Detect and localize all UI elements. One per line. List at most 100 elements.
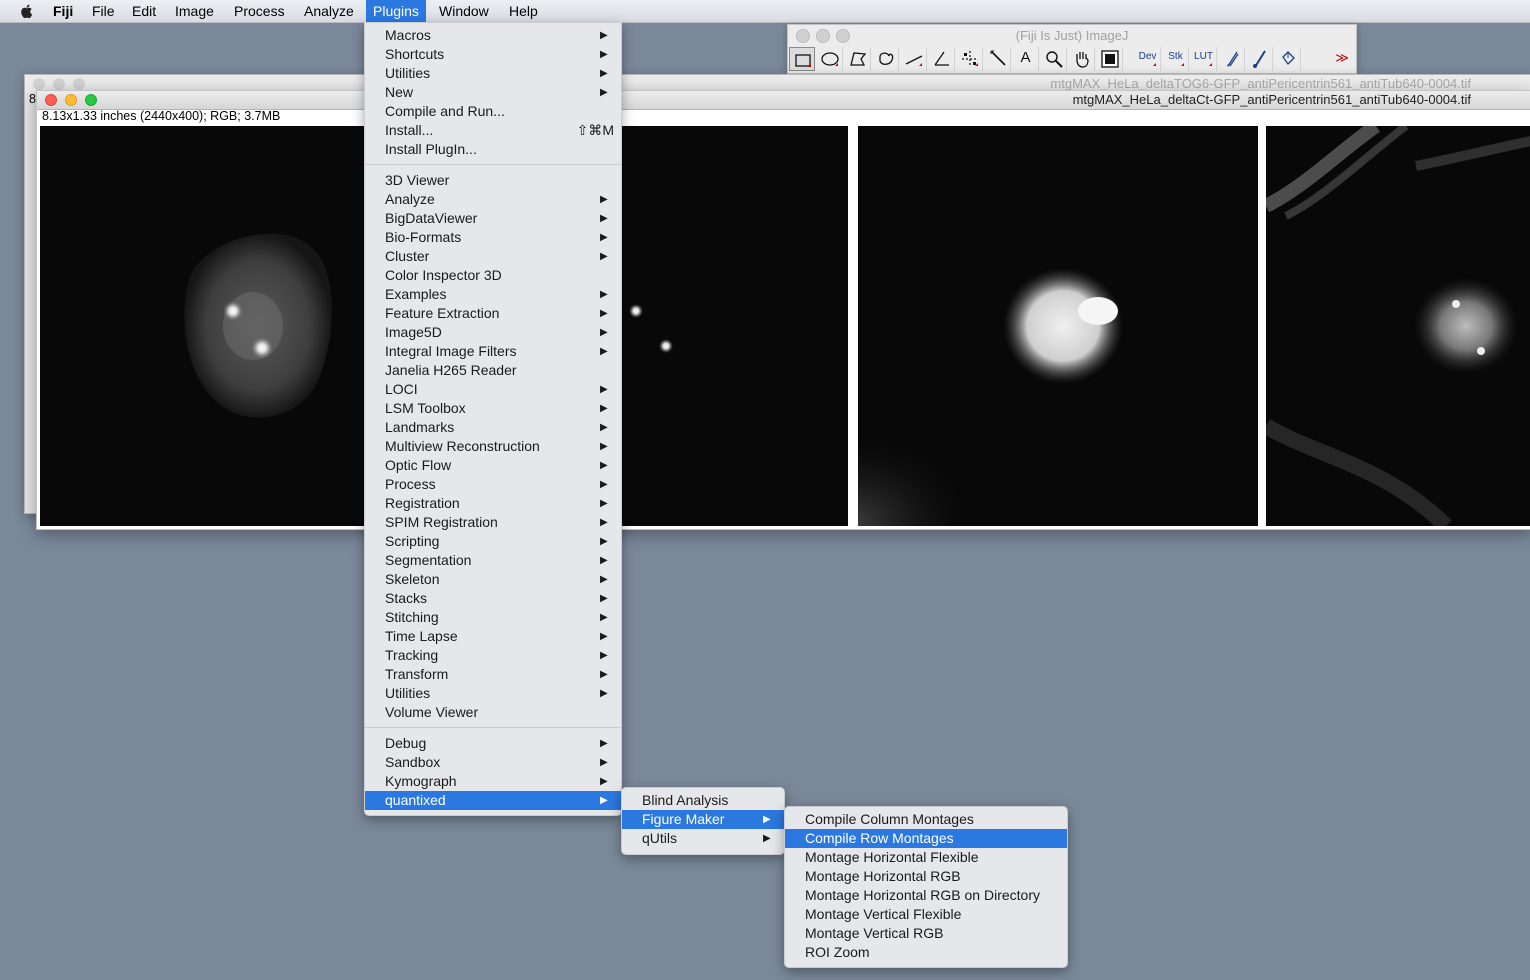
plugins-item-integral-image-filters[interactable]: Integral Image Filters ▶ [365,342,621,361]
plugins-item-install-plugin[interactable]: Install PlugIn... [365,140,621,159]
submenu-arrow-icon: ▶ [600,213,608,224]
plugins-item-time-lapse[interactable]: Time Lapse ▶ [365,627,621,646]
menu-process[interactable]: Process [227,0,292,22]
plugins-item-process[interactable]: Process ▶ [365,475,621,494]
quantixed-item-blind-analysis[interactable]: Blind Analysis [622,791,784,810]
plugins-item-analyze[interactable]: Analyze ▶ [365,190,621,209]
zoom-button[interactable] [73,78,85,90]
stk-tool[interactable]: Stk [1163,47,1189,71]
menu-analyze[interactable]: Analyze [297,0,361,22]
brush-tool[interactable] [1247,47,1273,71]
menu-item-label: Registration [385,495,460,511]
dev-tool[interactable]: Dev [1135,47,1161,71]
oval-tool[interactable] [817,47,843,71]
minimize-button[interactable] [53,78,65,90]
minimize-button[interactable] [65,94,77,106]
plugins-item-skeleton[interactable]: Skeleton ▶ [365,570,621,589]
plugins-item-color-inspector-3d[interactable]: Color Inspector 3D [365,266,621,285]
figure-maker-item-montage-vertical-flexible[interactable]: Montage Vertical Flexible [785,905,1067,924]
menu-bar: Fiji File Edit Image Process Analyze Plu… [0,0,1530,23]
wand-tool[interactable] [985,47,1011,71]
plugins-item-lsm-toolbox[interactable]: LSM Toolbox ▶ [365,399,621,418]
plugins-item-image5d[interactable]: Image5D ▶ [365,323,621,342]
menu-edit[interactable]: Edit [125,0,163,22]
plugins-item-multiview-reconstruction[interactable]: Multiview Reconstruction ▶ [365,437,621,456]
plugins-item-loci[interactable]: LOCI ▶ [365,380,621,399]
plugins-item-bigdataviewer[interactable]: BigDataViewer ▶ [365,209,621,228]
plugins-item-debug[interactable]: Debug ▶ [365,734,621,753]
plugins-item-utilities[interactable]: Utilities ▶ [365,64,621,83]
multipoint-tool[interactable] [957,47,983,71]
text-tool[interactable]: A [1013,47,1039,71]
plugins-item-install[interactable]: Install... ⇧⌘M [365,121,621,140]
more-tools-button[interactable]: ≫ [1329,47,1355,71]
figure-maker-item-montage-horizontal-flexible[interactable]: Montage Horizontal Flexible [785,848,1067,867]
plugins-item-cluster[interactable]: Cluster ▶ [365,247,621,266]
plugins-item-kymograph[interactable]: Kymograph ▶ [365,772,621,791]
menu-item-label: Install PlugIn... [385,141,477,157]
figure-maker-item-roi-zoom[interactable]: ROI Zoom [785,943,1067,962]
freehand-tool[interactable] [873,47,899,71]
plugins-item-bio-formats[interactable]: Bio-Formats ▶ [365,228,621,247]
menu-help[interactable]: Help [502,0,545,22]
plugins-item-utilities[interactable]: Utilities ▶ [365,684,621,703]
flood-fill-tool[interactable] [1275,47,1301,71]
menu-image[interactable]: Image [168,0,221,22]
plugins-item-stitching[interactable]: Stitching ▶ [365,608,621,627]
image-canvas[interactable] [40,126,1530,526]
quantixed-submenu: Blind Analysis Figure Maker ▶ qUtils ▶ [621,787,785,855]
menu-window[interactable]: Window [432,0,496,22]
polygon-tool[interactable] [845,47,871,71]
plugins-item-scripting[interactable]: Scripting ▶ [365,532,621,551]
plugins-item-landmarks[interactable]: Landmarks ▶ [365,418,621,437]
menu-plugins[interactable]: Plugins [366,0,426,22]
plugins-item-3d-viewer[interactable]: 3D Viewer [365,171,621,190]
pencil-tool[interactable] [1219,47,1245,71]
plugins-item-examples[interactable]: Examples ▶ [365,285,621,304]
plugins-item-spim-registration[interactable]: SPIM Registration ▶ [365,513,621,532]
plugins-item-compile-and-run[interactable]: Compile and Run... [365,102,621,121]
plugins-item-janelia-h265-reader[interactable]: Janelia H265 Reader [365,361,621,380]
plugins-item-volume-viewer[interactable]: Volume Viewer [365,703,621,722]
menu-item-label: Compile Column Montages [805,811,974,827]
plugins-item-stacks[interactable]: Stacks ▶ [365,589,621,608]
close-button[interactable] [45,94,57,106]
plugins-item-optic-flow[interactable]: Optic Flow ▶ [365,456,621,475]
rectangle-tool[interactable] [789,47,815,71]
image-window[interactable]: mtgMAX_HeLa_deltaCt-GFP_antiPericentrin5… [36,90,1530,530]
plugins-item-segmentation[interactable]: Segmentation ▶ [365,551,621,570]
magnifier-tool[interactable] [1041,47,1067,71]
submenu-arrow-icon: ▶ [600,738,608,749]
close-button[interactable] [33,78,45,90]
color-picker-tool[interactable] [1097,47,1123,71]
zoom-button[interactable] [85,94,97,106]
figure-maker-item-compile-column-montages[interactable]: Compile Column Montages [785,810,1067,829]
plugins-item-transform[interactable]: Transform ▶ [365,665,621,684]
submenu-arrow-icon: ▶ [600,479,608,490]
plugins-item-new[interactable]: New ▶ [365,83,621,102]
quantixed-item-figure-maker[interactable]: Figure Maker ▶ [622,810,784,829]
plugins-item-quantixed[interactable]: quantixed ▶ [365,791,621,810]
figure-maker-item-montage-horizontal-rgb-on-directory[interactable]: Montage Horizontal RGB on Directory [785,886,1067,905]
apple-icon[interactable] [18,2,36,20]
magnifier-icon [1046,51,1063,68]
line-tool[interactable] [901,47,927,71]
figure-maker-item-montage-vertical-rgb[interactable]: Montage Vertical RGB [785,924,1067,943]
angle-tool[interactable] [929,47,955,71]
menu-item-label: Macros [385,27,431,43]
hand-tool[interactable] [1069,47,1095,71]
menu-file[interactable]: File [85,0,122,22]
figure-maker-item-montage-horizontal-rgb[interactable]: Montage Horizontal RGB [785,867,1067,886]
multipoint-icon [962,51,978,67]
quantixed-item-qutils[interactable]: qUtils ▶ [622,829,784,848]
plugins-item-tracking[interactable]: Tracking ▶ [365,646,621,665]
plugins-item-feature-extraction[interactable]: Feature Extraction ▶ [365,304,621,323]
plugins-item-registration[interactable]: Registration ▶ [365,494,621,513]
plugins-item-shortcuts[interactable]: Shortcuts ▶ [365,45,621,64]
figure-maker-item-compile-row-montages[interactable]: Compile Row Montages [785,829,1067,848]
menu-app-fiji[interactable]: Fiji [46,0,80,22]
plugins-item-sandbox[interactable]: Sandbox ▶ [365,753,621,772]
menu-item-label: Segmentation [385,552,472,568]
lut-tool[interactable]: LUT [1191,47,1217,71]
plugins-item-macros[interactable]: Macros ▶ [365,26,621,45]
